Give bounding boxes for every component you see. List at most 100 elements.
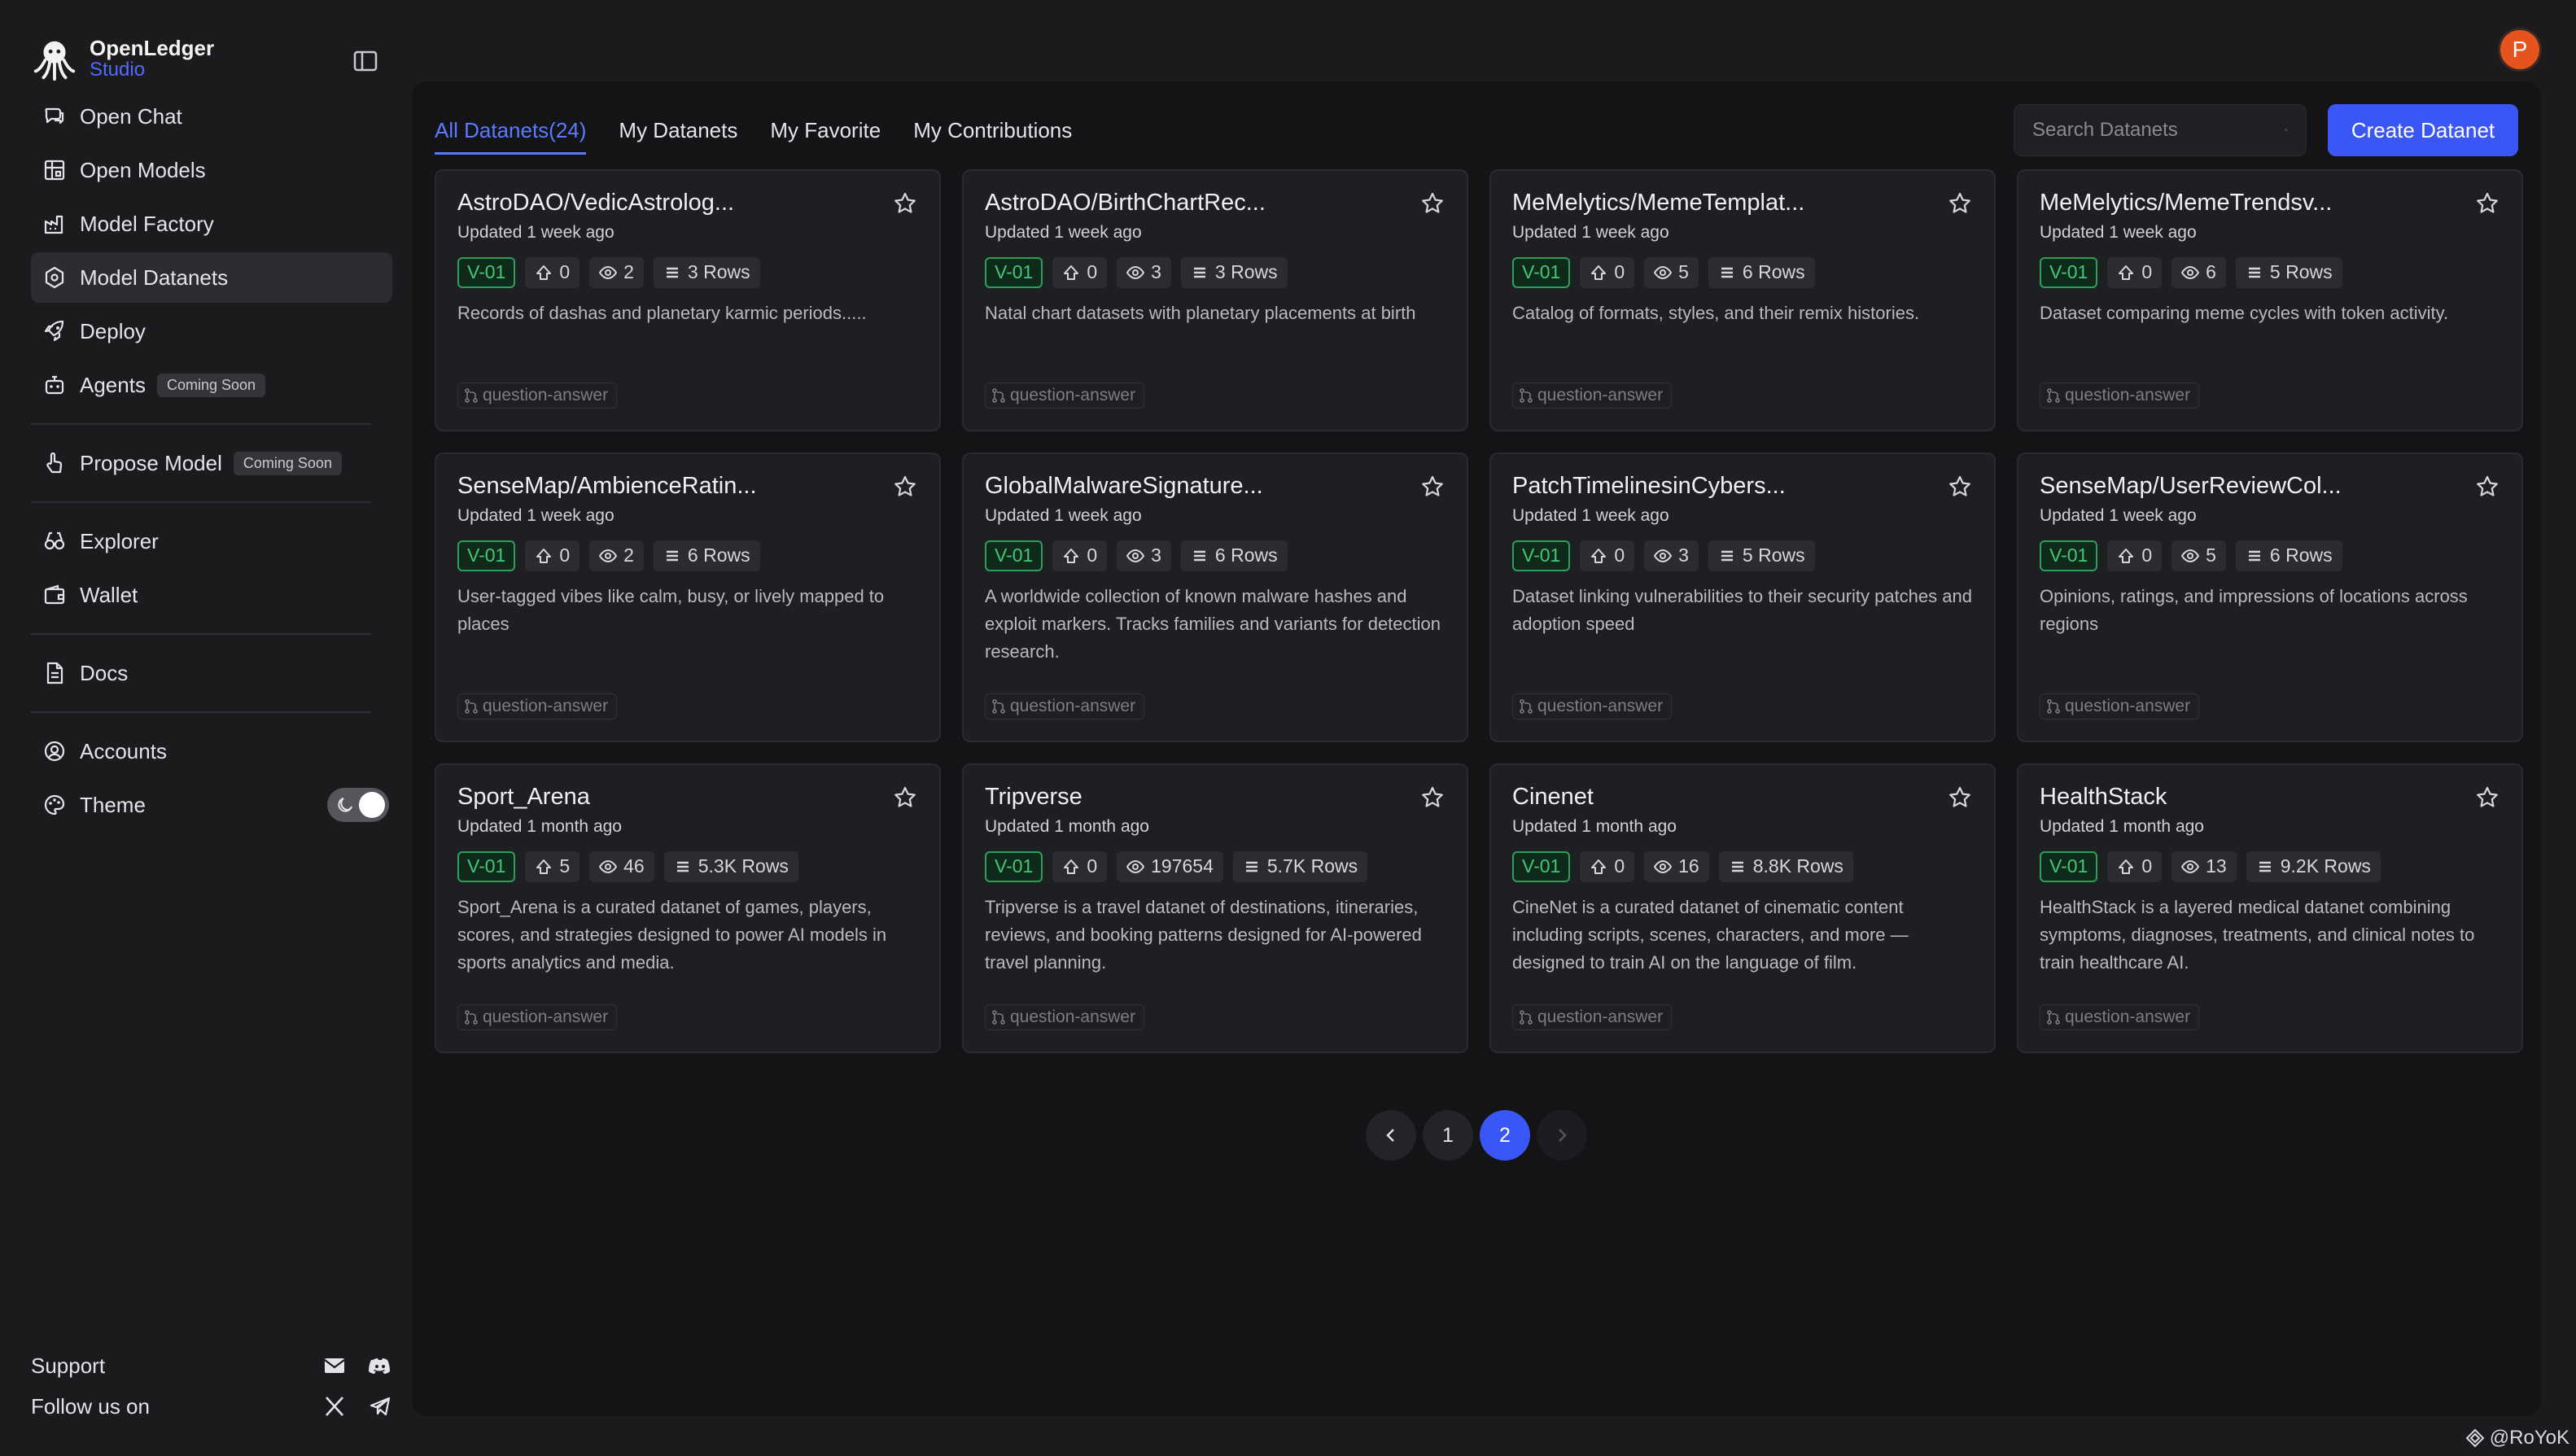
votes-stat: 0 (1052, 540, 1108, 571)
page-button-2[interactable]: 2 (1480, 1110, 1530, 1161)
sidebar-item-wallet[interactable]: Wallet (31, 570, 392, 620)
votes-stat: 0 (525, 256, 580, 288)
card-updated: Updated 1 month ago (2040, 816, 2204, 836)
card-title[interactable]: PatchTimelinesinCybers... (1512, 474, 1935, 500)
sidebar-item-explorer[interactable]: Explorer (31, 516, 392, 566)
views-count: 16 (1678, 855, 1699, 877)
star-icon[interactable] (892, 474, 918, 500)
sidebar-item-propose-model[interactable]: Propose Model Coming Soon (31, 438, 392, 488)
datanet-card[interactable]: Cinenet Updated 1 month ago V-01 0 16 8.8K Ro… (1489, 763, 1996, 1053)
card-tag: question-answer (985, 383, 1145, 409)
star-icon[interactable] (2474, 785, 2500, 811)
datanet-card[interactable]: AstroDAO/VedicAstrolog... Updated 1 week … (435, 169, 941, 431)
propose-icon (46, 452, 63, 474)
sidebar-item-deploy[interactable]: Deploy (31, 306, 392, 356)
merge-icon (992, 388, 1005, 403)
vote-icon (536, 548, 552, 563)
datanet-card[interactable]: SenseMap/AmbienceRatin... Updated 1 week … (435, 453, 941, 742)
star-icon[interactable] (892, 785, 918, 811)
datanet-card[interactable]: AstroDAO/BirthChartRec... Updated 1 week … (962, 169, 1468, 431)
star-icon[interactable] (2474, 190, 2500, 216)
sidebar-item-docs[interactable]: Docs (31, 648, 392, 698)
star-icon[interactable] (1419, 474, 1445, 500)
rocket-icon (44, 320, 64, 342)
views-stat: 13 (2171, 850, 2237, 882)
user-avatar[interactable]: P (2498, 28, 2542, 72)
sidebar-item-model-factory[interactable]: Model Factory (31, 199, 392, 249)
views-count: 46 (623, 855, 645, 877)
sidebar-item-agents[interactable]: Agents Coming Soon (31, 360, 392, 410)
x-twitter-icon[interactable] (322, 1394, 347, 1419)
mail-icon[interactable] (322, 1353, 347, 1378)
merge-icon (992, 1010, 1005, 1025)
star-icon[interactable] (892, 190, 918, 216)
sidebar-item-open-chat[interactable]: Open Chat (31, 91, 392, 142)
rows-icon (1731, 861, 1743, 872)
star-icon[interactable] (1947, 785, 1973, 811)
card-tag: question-answer (2040, 693, 2200, 719)
rows-stat: 3 Rows (1180, 256, 1288, 288)
datanet-card[interactable]: Tripverse Updated 1 month ago V-01 0 197654 5… (962, 763, 1468, 1053)
brand[interactable]: OpenLedger Studio (31, 29, 392, 88)
search-icon[interactable] (2285, 120, 2288, 140)
create-datanet-button[interactable]: Create Datanet (2328, 104, 2518, 156)
card-title[interactable]: MeMelytics/MemeTemplat... (1512, 190, 1935, 216)
tab-my-contributions[interactable]: My Contributions (913, 107, 1072, 155)
main-panel: All Datanets(24) My Datanets My Favorite… (412, 81, 2541, 1416)
votes-count: 0 (2141, 261, 2153, 283)
star-icon[interactable] (1947, 474, 1973, 500)
star-icon[interactable] (1419, 785, 1445, 811)
votes-count: 0 (559, 544, 571, 566)
sidebar-item-model-datanets[interactable]: Model Datanets (31, 252, 392, 303)
next-page-button[interactable] (1537, 1110, 1587, 1161)
prev-page-button[interactable] (1366, 1110, 1416, 1161)
vote-icon (1064, 859, 1079, 874)
star-icon[interactable] (1947, 190, 1973, 216)
sidebar-item-open-models[interactable]: Open Models (31, 145, 392, 195)
sidebar-item-accounts[interactable]: Accounts (31, 726, 392, 776)
datanet-card[interactable]: SenseMap/UserReviewCol... Updated 1 week … (2017, 453, 2523, 742)
views-stat: 3 (1117, 540, 1171, 571)
datanet-card[interactable]: Sport_Arena Updated 1 month ago V-01 5 46 5.3… (435, 763, 941, 1053)
rows-icon (666, 550, 678, 562)
card-title[interactable]: Cinenet (1512, 785, 1935, 811)
datanet-card[interactable]: GlobalMalwareSignature... Updated 1 week … (962, 453, 1468, 742)
discord-icon[interactable] (368, 1353, 392, 1378)
datanet-card[interactable]: MeMelytics/MemeTemplat... Updated 1 week … (1489, 169, 1996, 431)
votes-count: 0 (2141, 544, 2153, 566)
support-label: Support (31, 1353, 106, 1378)
star-icon[interactable] (1419, 190, 1445, 216)
rows-stat: 5.3K Rows (663, 850, 798, 882)
card-title[interactable]: Sport_Arena (457, 785, 881, 811)
sidebar-collapse-icon[interactable] (353, 50, 378, 72)
eye-icon (599, 859, 618, 873)
card-title[interactable]: GlobalMalwareSignature... (985, 474, 1408, 500)
rows-count: 6 Rows (1742, 261, 1805, 283)
datanet-card[interactable]: PatchTimelinesinCybers... Updated 1 week … (1489, 453, 1996, 742)
card-description: Tripverse is a travel datanet of destina… (985, 896, 1422, 973)
coming-soon-badge: Coming Soon (233, 451, 342, 475)
card-title[interactable]: SenseMap/AmbienceRatin... (457, 474, 881, 500)
card-title[interactable]: SenseMap/UserReviewCol... (2040, 474, 2463, 500)
card-title[interactable]: AstroDAO/VedicAstrolog... (457, 190, 881, 216)
version-badge: V-01 (2040, 540, 2098, 571)
search-input[interactable] (2032, 119, 2285, 142)
diamond-logo-icon (2465, 1428, 2485, 1448)
votes-stat: 0 (2107, 850, 2163, 882)
telegram-icon[interactable] (368, 1394, 392, 1419)
datanet-card[interactable]: HealthStack Updated 1 month ago V-01 0 13 9.2… (2017, 763, 2523, 1053)
page-button-1[interactable]: 1 (1423, 1110, 1473, 1161)
star-icon[interactable] (2474, 474, 2500, 500)
tab-my-favorite[interactable]: My Favorite (770, 107, 881, 155)
theme-toggle[interactable] (327, 788, 389, 822)
card-title[interactable]: Tripverse (985, 785, 1408, 811)
tab-all-datanets[interactable]: All Datanets(24) (435, 107, 587, 155)
tab-my-datanets[interactable]: My Datanets (619, 107, 737, 155)
sidebar-item-label: Docs (80, 660, 129, 685)
card-title[interactable]: AstroDAO/BirthChartRec... (985, 190, 1408, 216)
search-box (2014, 104, 2307, 156)
card-title[interactable]: MeMelytics/MemeTrendsv... (2040, 190, 2463, 216)
card-title[interactable]: HealthStack (2040, 785, 2463, 811)
datanet-card[interactable]: MeMelytics/MemeTrendsv... Updated 1 week … (2017, 169, 2523, 431)
views-count: 2 (623, 261, 634, 283)
